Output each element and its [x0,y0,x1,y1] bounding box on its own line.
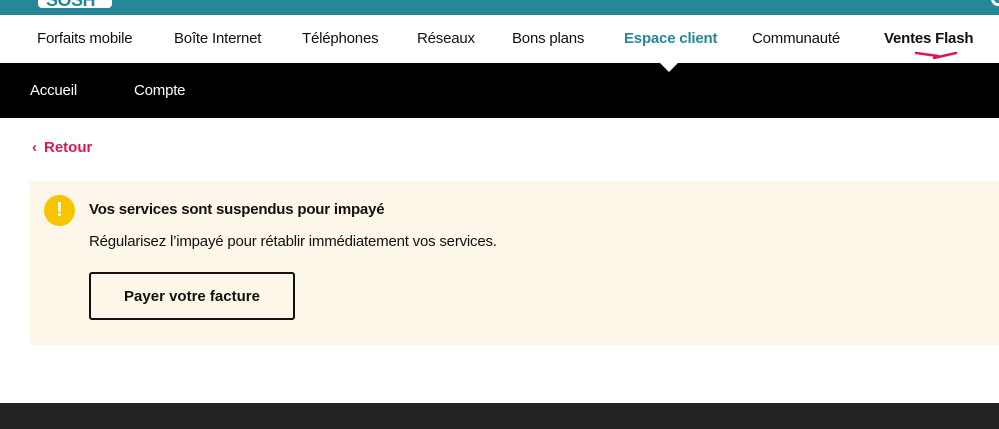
sub-navigation: Accueil Compte [0,63,999,118]
nav-item-boite-internet[interactable]: Boîte Internet [174,30,261,47]
ventes-flash-underline-icon [914,51,958,60]
active-section-caret-icon [660,63,678,72]
top-brand-bar: SOSH [0,0,999,15]
exclamation-icon: ! [44,195,75,226]
nav-item-espace-client[interactable]: Espace client [624,30,717,47]
alert-message: Régularisez l’impayé pour rétablir imméd… [89,233,497,250]
alert-title: Vos services sont suspendus pour impayé [89,201,385,218]
nav-item-communaute[interactable]: Communauté [752,30,840,47]
pay-invoice-button[interactable]: Payer votre facture [89,272,295,320]
back-link-label: Retour [44,139,93,156]
footer [0,403,999,429]
back-link[interactable]: ‹ Retour [32,139,92,156]
logo[interactable]: SOSH [38,0,112,10]
nav-item-reseaux[interactable]: Réseaux [417,30,475,47]
nav-item-telephones[interactable]: Téléphones [302,30,379,47]
unpaid-alert: ! Vos services sont suspendus pour impay… [30,181,999,345]
nav-item-forfaits-mobile[interactable]: Forfaits mobile [37,30,133,47]
nav-item-bons-plans[interactable]: Bons plans [512,30,584,47]
chevron-left-icon: ‹ [32,139,37,156]
main-navigation: Forfaits mobile Boîte Internet Téléphone… [0,15,999,63]
nav-item-ventes-flash[interactable]: Ventes Flash [884,30,974,47]
search-icon[interactable] [991,0,999,6]
subnav-item-compte[interactable]: Compte [134,82,186,99]
subnav-item-accueil[interactable]: Accueil [30,82,77,99]
logo-text: SOSH [46,0,96,10]
